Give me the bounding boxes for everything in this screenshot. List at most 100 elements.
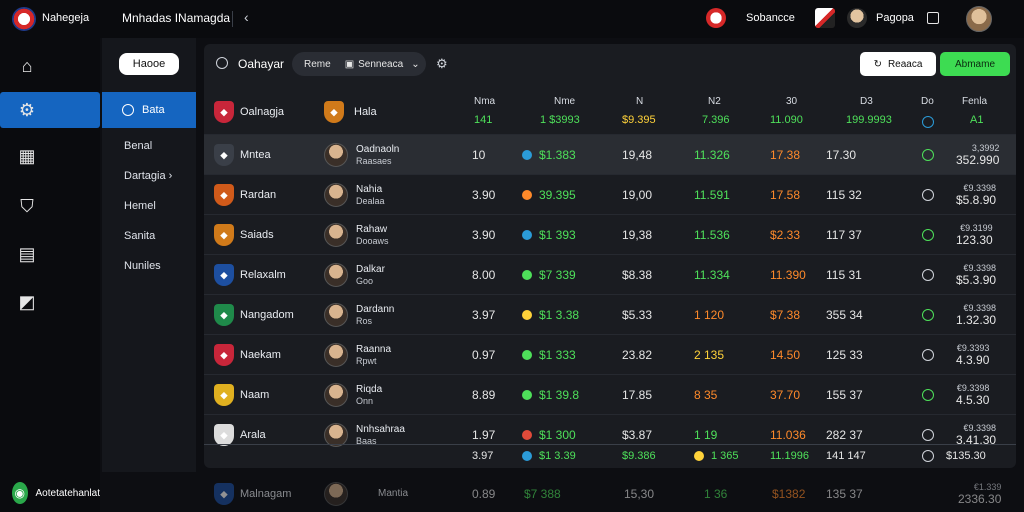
sidebar-item-settings[interactable]: ⚙ (0, 92, 100, 128)
stat-d: $5.33 (622, 308, 653, 322)
stat-b: 10 (472, 148, 486, 162)
stat-f: $7.38 (770, 308, 801, 322)
user-icon[interactable] (847, 8, 867, 28)
stat-g: 17.30 (826, 148, 857, 162)
table-row[interactable]: ◆ Relaxalm Dalkar Goo 8.00 $7 339 $8.38 11.334 1… (204, 254, 1016, 295)
sidebar-item-grid[interactable]: ▦ (0, 138, 100, 174)
stat-h: 1.32.30 (956, 313, 997, 327)
status-dot (522, 390, 532, 400)
sidebar-item-shield[interactable]: ⛉ (0, 188, 100, 224)
player-meta: Onn (356, 395, 374, 406)
stat-b: 3.97 (472, 308, 496, 322)
player-avatar (324, 343, 348, 367)
player-name: Rahaw (356, 223, 388, 235)
team-name: Naam (240, 389, 270, 401)
status-icon (922, 269, 934, 281)
table-row[interactable]: ◆ Nangadom Dardann Ros 3.97 $1 3.38 $5.33 1 120… (204, 294, 1016, 335)
stat-c: $1 393 (539, 228, 576, 242)
flag-icon[interactable] (815, 8, 835, 28)
table-row[interactable]: ◆ Rardan Nahia Dealaa 3.90 39.395 19,00 11.591 1… (204, 174, 1016, 215)
window-icon[interactable] (927, 12, 939, 24)
player-name: Oadnaoln (356, 143, 400, 155)
player-avatar (324, 223, 348, 247)
info-icon (216, 57, 228, 69)
status-icon (922, 450, 934, 462)
team-name: Arala (240, 429, 266, 441)
status-icon (922, 389, 934, 401)
player-avatar (324, 482, 348, 506)
stat-d: 19,38 (622, 228, 653, 242)
team-name: Naekam (240, 349, 281, 361)
sidebar-item-tag[interactable]: ◩ (0, 284, 100, 320)
stat-h-sub: €9.3398 (963, 423, 997, 433)
stat-e: 1 120 (694, 308, 725, 322)
team-crest-icon: ◆ (324, 101, 344, 123)
stat-e: 11.536 (694, 228, 730, 242)
stat-h-sub: €9.3393 (956, 343, 990, 353)
table-row[interactable]: ◆ Saiads Rahaw Dooaws 3.90 $1 393 19,38 11.536 $… (204, 214, 1016, 255)
stat-f: 11.390 (770, 268, 806, 282)
stat-c: 39.395 (539, 188, 576, 202)
status-dot (522, 350, 532, 360)
player-name: Dalkar (356, 263, 385, 275)
team-crest-icon: ◆ (214, 264, 234, 286)
secondary-button[interactable]: ↻ Reaaca (860, 52, 936, 76)
status-dot (522, 190, 532, 200)
stat-g: 155 37 (826, 388, 863, 402)
stat-h-sub: €9.3398 (963, 183, 997, 193)
team-name: Mntea (240, 149, 271, 161)
player-avatar (324, 303, 348, 327)
status-dot (522, 430, 532, 440)
calendar-icon: ▣ (344, 58, 355, 70)
stat-g: 117 37 (826, 228, 862, 242)
stat-b: 0.97 (472, 348, 496, 362)
topbar-item-label[interactable]: Sobancce (746, 12, 795, 24)
sidebar-item-chart[interactable]: ▤ (0, 236, 100, 272)
filter-dropdown[interactable]: Reme ▣ Senneaca ⌄ (292, 52, 426, 76)
avatar[interactable] (966, 6, 992, 32)
app-logo[interactable] (12, 7, 36, 31)
stat-c: $1 300 (539, 428, 576, 442)
user-profile[interactable]: ◉ Aotetatehanlat (0, 474, 100, 512)
team-crest-icon: ◆ (214, 101, 234, 123)
settings-icon[interactable]: ⚙ (436, 56, 448, 72)
topbar-user-label[interactable]: Pagopa (876, 12, 914, 24)
status-icon (922, 149, 934, 161)
stat-d: $8.38 (622, 268, 653, 282)
submenu-item[interactable]: Nuniles (102, 248, 196, 284)
stat-e: 11.334 (694, 268, 730, 282)
stat-f: 17.38 (770, 148, 801, 162)
table-row[interactable]: ◆ Mntea Oadnaoln Raasaes 10 $1.383 19,48 11.326… (204, 134, 1016, 175)
stat-c: $1 3.38 (539, 308, 580, 322)
stat-h: 123.30 (956, 233, 993, 247)
team-crest-icon: ◆ (214, 344, 234, 366)
main-panel: Oahayar Reme ▣ Senneaca ⌄ ⚙ ↻ Reaaca Abma… (204, 44, 1016, 468)
divider (232, 11, 233, 27)
stat-h: 4.5.30 (956, 393, 990, 407)
grid-icon: ▦ (18, 146, 36, 166)
chart-icon: ▤ (18, 244, 36, 264)
stat-h-sub: €9.3398 (956, 383, 990, 393)
team-crest-icon[interactable] (706, 8, 726, 28)
table-row[interactable]: ◆ Naam Riqda Onn 8.89 $1 39.8 17.85 8 35 37.70 15… (204, 374, 1016, 415)
primary-button[interactable]: Abmame (940, 52, 1010, 76)
stat-b: 3.90 (472, 228, 496, 242)
user-name: Aotetatehanlat (35, 487, 101, 499)
team-name: Relaxalm (240, 269, 286, 281)
player-name: Dardann (356, 303, 395, 315)
status-dot (522, 451, 532, 461)
submenu-item[interactable]: Bata (102, 92, 196, 128)
player-name: Riqda (356, 383, 383, 395)
status-icon (922, 349, 934, 361)
submenu-button[interactable]: Haooe (119, 53, 179, 75)
player-meta: Rpwt (356, 355, 377, 366)
player-meta: Goo (356, 275, 374, 286)
status-icon (922, 429, 934, 441)
stat-c: $7 339 (539, 268, 576, 282)
team-crest-icon: ◆ (214, 424, 234, 446)
sidebar-item-home[interactable]: ⌂ (0, 48, 100, 84)
table-row[interactable]: ◆ Naekam Raanna Rpwt 0.97 $1 333 23.82 2 135 14.… (204, 334, 1016, 375)
stat-f: 17.58 (770, 188, 801, 202)
back-icon[interactable]: ‹ (244, 9, 249, 25)
status-dot (522, 150, 532, 160)
